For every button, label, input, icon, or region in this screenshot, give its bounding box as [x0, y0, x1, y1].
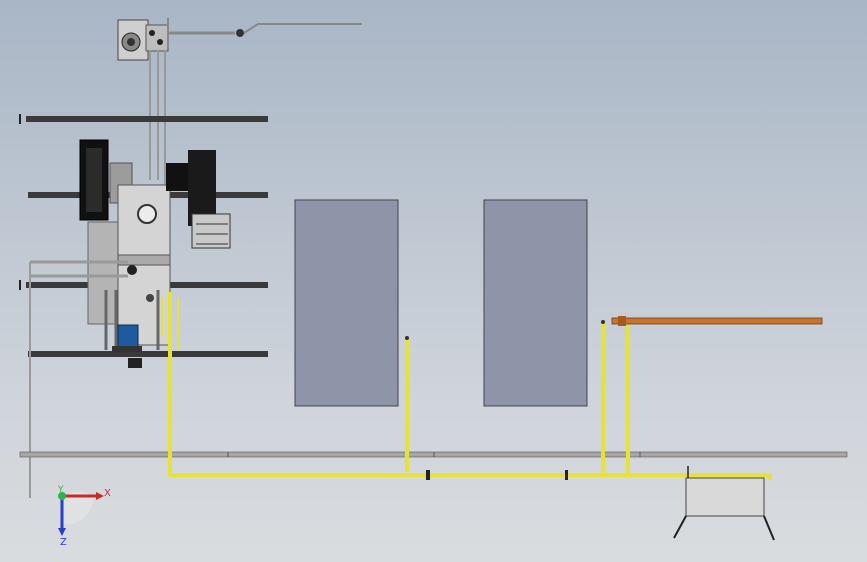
cad-viewport[interactable]: X Y Z: [0, 0, 867, 562]
axis-triad[interactable]: X Y Z: [57, 485, 111, 548]
orange-pipe[interactable]: [611, 316, 823, 326]
assembly-drawing: X Y Z: [19, 18, 848, 548]
floor-rail[interactable]: [19, 451, 848, 458]
y-axis-label: Y: [57, 485, 64, 495]
x-axis-label: X: [104, 488, 111, 499]
wall-panel-right[interactable]: [483, 199, 588, 407]
wall-panel-left[interactable]: [294, 199, 399, 407]
z-axis-label: Z: [60, 537, 67, 548]
equipment-box[interactable]: [673, 466, 775, 541]
top-valve-assembly[interactable]: [117, 18, 362, 185]
